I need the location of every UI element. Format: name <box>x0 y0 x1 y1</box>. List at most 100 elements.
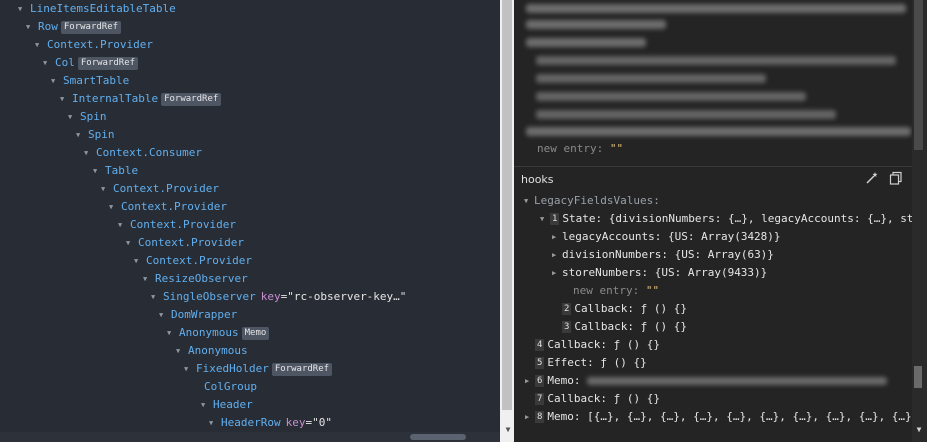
hook-value: {US: Array(63)} <box>674 248 774 261</box>
hook-index: 8 <box>535 411 545 423</box>
hook-row[interactable]: 7 Callback: ƒ () {} <box>525 390 660 408</box>
hook-row[interactable]: 5 Effect: ƒ () {} <box>525 354 647 372</box>
tree-node[interactable]: ▼ Spin <box>68 108 107 126</box>
tree-node[interactable]: ▼ Anonymous <box>176 342 248 360</box>
key-prop-name: key <box>285 416 306 429</box>
magic-wand-icon[interactable] <box>864 171 880 187</box>
expand-arrow-icon[interactable]: ▼ <box>60 90 68 108</box>
expand-arrow-icon[interactable]: ▶ <box>552 264 562 282</box>
tree-node[interactable]: ▼ FixedHolder ForwardRef <box>184 360 333 378</box>
expand-arrow-icon[interactable]: ▼ <box>101 180 109 198</box>
expand-arrow-icon[interactable]: ▼ <box>76 126 84 144</box>
hook-row[interactable]: ▶ 6 Memo: <box>525 372 888 390</box>
tree-node[interactable]: ColGroup <box>192 378 257 396</box>
tree-scroll-down-icon[interactable]: ▼ <box>503 424 513 436</box>
tree-node[interactable]: ▼ Context.Provider <box>101 180 219 198</box>
expand-arrow-icon[interactable]: ▼ <box>35 36 43 54</box>
tree-node[interactable]: ▼ SmartTable <box>51 72 129 90</box>
hook-row[interactable]: ▶ 8 Memo: [{…}, {…}, {…}, {…}, {…}, {…}, {… <box>525 408 927 426</box>
expand-arrow-icon[interactable]: ▼ <box>84 144 92 162</box>
component-name: InternalTable <box>72 92 159 105</box>
component-tree: ▼ LineItemsEditableTable ▼ Row ForwardRef ▼ Co… <box>0 0 500 442</box>
expand-arrow-icon[interactable]: ▼ <box>151 288 159 306</box>
tree-node[interactable]: ▼ DomWrapper <box>159 306 237 324</box>
expand-arrow-icon[interactable]: ▼ <box>26 18 34 36</box>
expand-arrow-icon[interactable]: ▶ <box>525 408 535 426</box>
expand-arrow-icon[interactable]: ▼ <box>176 342 184 360</box>
expand-arrow-icon[interactable]: ▼ <box>134 252 142 270</box>
hook-key: Memo: <box>547 374 581 387</box>
hook-row[interactable]: ▶ divisionNumbers: {US: Array(63)} <box>552 246 774 264</box>
component-name: Row <box>38 20 58 33</box>
expand-arrow-icon[interactable]: ▼ <box>126 234 134 252</box>
hook-row[interactable]: 4 Callback: ƒ () {} <box>525 336 660 354</box>
tree-node[interactable]: ▼ Context.Provider <box>118 216 236 234</box>
tree-horizontal-scrollbar-thumb[interactable] <box>410 434 466 440</box>
expand-arrow-icon[interactable]: ▼ <box>118 216 126 234</box>
hook-row[interactable]: ▶ legacyAccounts: {US: Array(3428)} <box>552 228 781 246</box>
expand-arrow-icon[interactable]: ▼ <box>201 396 209 414</box>
tree-node[interactable]: ▼ InternalTable ForwardRef <box>60 90 222 108</box>
tree-node[interactable]: ▼ Spin <box>76 126 115 144</box>
expand-arrow-icon[interactable]: ▼ <box>143 270 151 288</box>
expand-arrow-icon[interactable]: ▼ <box>167 324 175 342</box>
expand-arrow-icon[interactable]: ▼ <box>93 162 101 180</box>
tree-node[interactable]: ▼ HeaderRow key="0" <box>209 414 332 432</box>
component-name: SingleObserver <box>163 290 256 303</box>
tree-node[interactable]: ▼ LineItemsEditableTable <box>18 0 176 18</box>
hook-row[interactable]: ▶ storeNumbers: {US: Array(9433)} <box>552 264 767 282</box>
expand-arrow-icon[interactable]: ▶ <box>552 228 562 246</box>
panel-scroll-down-icon[interactable]: ▼ <box>914 424 924 436</box>
tree-scrollbar-thumb[interactable] <box>502 0 512 410</box>
expand-arrow-icon[interactable]: ▼ <box>540 210 550 228</box>
tree-node[interactable]: ▼ Header <box>201 396 253 414</box>
expand-arrow-icon[interactable]: ▼ <box>109 198 117 216</box>
hook-row[interactable]: new entry: "" <box>563 282 659 300</box>
component-name: HeaderRow <box>221 416 281 429</box>
tree-node[interactable]: ▼ Context.Provider <box>134 252 252 270</box>
tree-node[interactable]: ▼ ResizeObserver <box>143 270 248 288</box>
hook-value: {US: Array(9433)} <box>654 266 768 279</box>
tree-node[interactable]: ▼ Row ForwardRef <box>26 18 122 36</box>
hook-index: 5 <box>535 357 545 369</box>
tree-node[interactable]: ▼ Anonymous Memo <box>167 324 270 342</box>
tree-node[interactable]: ▼ SingleObserver key="rc-observer-key…" <box>151 288 406 306</box>
expand-arrow-icon[interactable]: ▼ <box>43 54 51 72</box>
props-panel: new entry: "" <box>514 0 927 166</box>
component-name: Table <box>105 164 139 177</box>
panel-scrollbar-thumb[interactable] <box>914 0 923 150</box>
tree-node[interactable]: ▼ Col ForwardRef <box>43 54 139 72</box>
hook-row[interactable]: 3 Callback: ƒ () {} <box>552 318 687 336</box>
expand-arrow-icon[interactable]: ▼ <box>184 360 192 378</box>
tree-node[interactable]: ▼ Context.Consumer <box>84 144 202 162</box>
expand-arrow-icon[interactable]: ▼ <box>209 414 217 432</box>
expand-arrow-icon[interactable]: ▼ <box>18 0 26 18</box>
hook-key: Callback: <box>547 392 608 405</box>
expand-arrow-icon[interactable]: ▼ <box>68 108 76 126</box>
expand-arrow-icon[interactable]: ▼ <box>51 72 59 90</box>
hook-row[interactable]: ▼ LegacyFieldsValues: <box>524 192 660 210</box>
new-entry-row[interactable]: new entry: "" <box>537 140 623 158</box>
tree-node[interactable]: ▼ Context.Provider <box>35 36 153 54</box>
blurred-prop-line <box>526 4 906 13</box>
copy-icon[interactable] <box>888 171 904 187</box>
expand-arrow-icon[interactable]: ▼ <box>159 306 167 324</box>
component-name: Context.Consumer <box>96 146 202 159</box>
blurred-prop-line <box>536 110 836 119</box>
expand-arrow-icon[interactable]: ▶ <box>525 372 535 390</box>
expand-arrow-icon[interactable]: ▼ <box>524 192 534 210</box>
hook-key: storeNumbers: <box>562 266 649 279</box>
hook-value: ƒ () {} <box>640 302 688 315</box>
tree-node[interactable]: ▼ Context.Provider <box>109 198 227 216</box>
new-entry-value[interactable]: "" <box>610 142 623 155</box>
component-name: Context.Provider <box>138 236 244 249</box>
component-badge: ForwardRef <box>77 57 139 70</box>
hook-row[interactable]: 2 Callback: ƒ () {} <box>552 300 687 318</box>
hooks-title: hooks <box>521 173 554 186</box>
hook-row[interactable]: ▼ 1 State: {divisionNumbers: {…}, legacyAc… <box>540 210 927 228</box>
tree-node[interactable]: ▼ Context.Provider <box>126 234 244 252</box>
hook-key: Effect: <box>547 356 594 369</box>
expand-arrow-icon[interactable]: ▶ <box>552 246 562 264</box>
hooks-scrollbar-thumb[interactable] <box>914 366 922 388</box>
tree-node[interactable]: ▼ Table <box>93 162 138 180</box>
